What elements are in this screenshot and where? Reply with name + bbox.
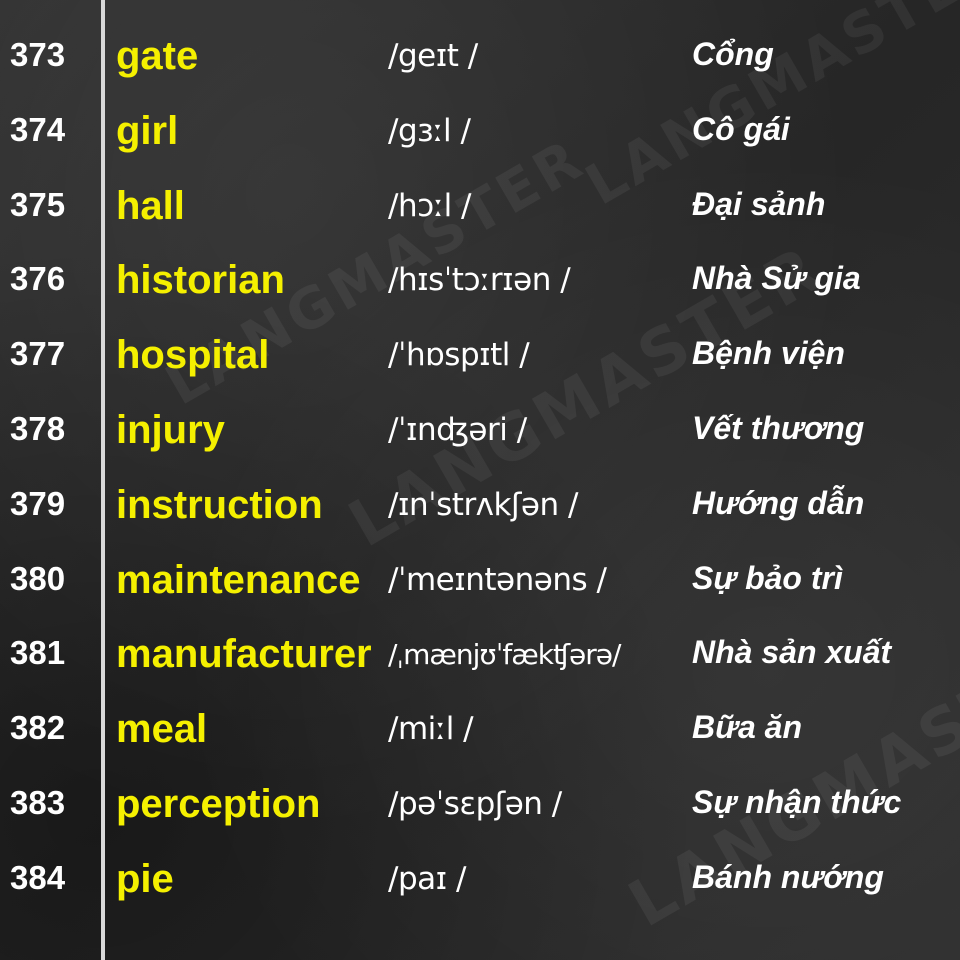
pronunciation: /ɪnˈstrʌkʃən / [388,486,578,523]
pronunciation: /ˈɪnʤəri / [388,411,527,448]
english-word: gate [116,34,199,78]
pronunciation: /hɔːl / [388,187,471,224]
vocab-row: 376 historian /hɪsˈtɔːrɪən / Nhà Sử gia [0,248,960,323]
pronunciation: /pəˈsɛpʃən / [388,785,562,822]
vocab-row: 384 pie /paɪ / Bánh nướng [0,847,960,922]
entry-number: 381 [10,634,66,672]
vocab-row: 378 injury /ˈɪnʤəri / Vết thương [0,398,960,473]
english-word: historian [116,258,285,303]
entry-number: 380 [10,559,66,597]
pronunciation: /ˈmeɪntənəns / [388,561,607,598]
vocab-row: 381 manufacturer /ˌmænjʊˈfækʧərə/ Nhà sả… [0,622,960,697]
vietnamese-meaning: Sự bảo trì [692,559,843,596]
vocab-row: 374 girl /gɜːl / Cô gái [0,99,960,174]
entry-number: 375 [10,185,66,223]
vocab-row: 379 instruction /ɪnˈstrʌkʃən / Hướng dẫn [0,473,960,548]
vietnamese-meaning: Nhà sản xuất [692,634,892,671]
english-word: manufacturer [116,632,372,677]
english-word: hospital [116,333,270,378]
entry-number: 376 [10,260,66,298]
pronunciation: /ˈhɒspɪtl / [388,337,530,374]
entry-number: 373 [10,36,66,73]
vocab-row: 382 meal /miːl / Bữa ăn [0,697,960,772]
entry-number: 374 [10,110,66,148]
english-word: hall [116,183,185,228]
vietnamese-meaning: Bệnh viện [692,335,845,372]
vietnamese-meaning: Hướng dẫn [692,484,865,521]
entry-number: 384 [10,858,66,896]
english-word: maintenance [116,557,361,602]
vocab-row: 375 hall /hɔːl / Đại sảnh [0,174,960,249]
entry-number: 382 [10,709,66,747]
english-word: girl [116,108,179,153]
entry-number: 378 [10,409,66,447]
vocab-row: 380 maintenance /ˈmeɪntənəns / Sự bảo tr… [0,548,960,623]
english-word: pie [116,856,174,901]
vietnamese-meaning: Bữa ăn [692,709,802,746]
pronunciation: /geɪt / [388,38,478,74]
english-word: instruction [116,482,323,527]
english-word: injury [116,407,225,452]
vietnamese-meaning: Đại sảnh [692,185,826,222]
pronunciation: /miːl / [388,711,474,748]
vietnamese-meaning: Vết thương [692,409,865,446]
entry-number: 377 [10,335,66,373]
vocab-row: 377 hospital /ˈhɒspɪtl / Bệnh viện [0,323,960,398]
entry-number: 383 [10,783,66,821]
pronunciation: /ˌmænjʊˈfækʧərə/ [388,638,621,672]
entry-number: 379 [10,484,66,522]
english-word: perception [116,781,321,826]
vietnamese-meaning: Bánh nướng [692,858,884,895]
vietnamese-meaning: Sự nhận thức [692,783,902,820]
vietnamese-meaning: Cô gái [692,110,790,147]
vocabulary-list: 373 gate /geɪt / Cổng 374 girl /gɜːl / C… [0,24,960,922]
vietnamese-meaning: Nhà Sử gia [692,260,861,297]
pronunciation: /hɪsˈtɔːrɪən / [388,262,571,299]
pronunciation: /gɜːl / [388,112,471,149]
vocab-row: 383 perception /pəˈsɛpʃən / Sự nhận thức [0,772,960,847]
vocab-row: 373 gate /geɪt / Cổng [0,24,960,99]
pronunciation: /paɪ / [388,860,466,897]
english-word: meal [116,707,208,752]
vietnamese-meaning: Cổng [692,36,774,72]
